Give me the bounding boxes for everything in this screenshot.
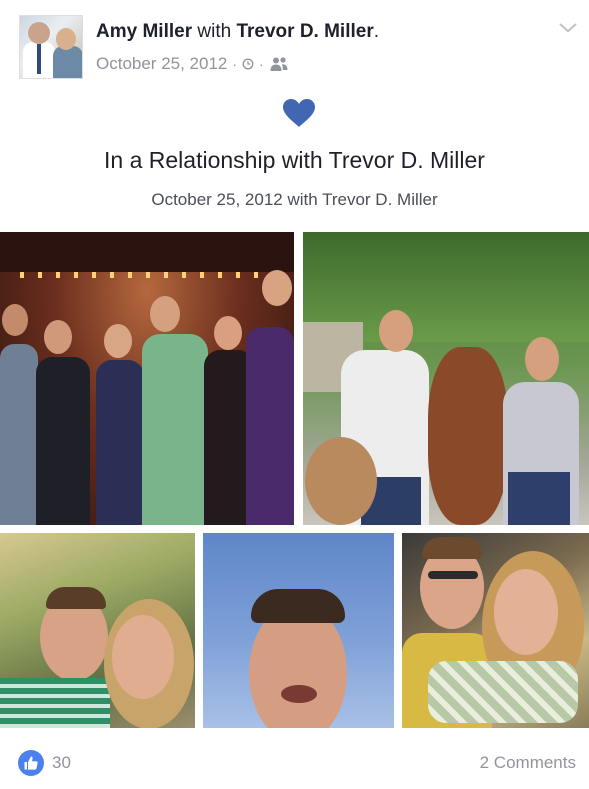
title-period: . [373,21,380,42]
photo-man-head [379,310,413,352]
post-date-link[interactable]: October 25, 2012 [96,53,227,75]
like-count[interactable]: 30 [52,751,71,775]
photo-person-body-1 [0,344,38,525]
photo-woman-jeans [508,472,570,525]
avatar-figure-2 [53,46,82,78]
post-title: Amy Miller with Trevor D. Miller. [96,20,379,44]
photo-guy-hair [46,587,106,609]
photo-person-body-6 [246,327,294,525]
meta-separator-2: · [259,56,264,72]
chevron-down-icon[interactable] [557,20,579,36]
photo-lights [20,272,290,278]
avatar-face-2 [56,28,76,50]
photo-couple-trees[interactable] [0,533,195,728]
thumbs-up-icon [24,756,38,770]
photo-girl2-face [494,569,558,655]
photo-person-body-3 [96,360,144,525]
photo-person-body-4 [142,334,208,525]
post-header: Amy Miller with Trevor D. Miller. Octobe… [0,0,589,92]
tagged-user-link[interactable]: Trevor D. Miller [236,21,373,42]
photo-face-hair [251,589,345,623]
profile-avatar[interactable] [19,15,83,79]
photo-guy2-glasses [428,571,478,579]
photo-person-head-6 [262,270,292,306]
photo-person-head-3 [104,324,132,358]
photo-guy2-hair [422,537,482,559]
photo-face-mouth [281,685,317,703]
photo-person-head-4 [150,296,180,332]
photo-girl-face [112,615,174,699]
photo-person-head-1 [2,304,28,336]
photo-roof [0,232,294,272]
photo-woman-head [525,337,559,381]
avatar-face-1 [28,22,50,44]
friends-icon[interactable] [269,56,289,72]
life-event-title: In a Relationship with Trevor D. Miller [104,147,485,173]
photo-group-night[interactable] [0,232,294,525]
avatar-tie [37,44,41,74]
meta-separator: · [232,56,238,72]
photo-money [428,661,578,723]
photo-person-head-5 [214,316,242,350]
photo-llama[interactable] [303,232,589,525]
photo-face-sky[interactable] [203,533,394,728]
photo-llama-body [428,347,508,525]
clock-icon [242,58,254,70]
photo-llama-small [305,437,377,525]
photo-person-head-2 [44,320,72,354]
photo-couple-money[interactable] [402,533,589,728]
author-link[interactable]: Amy Miller [96,21,192,42]
heart-icon [283,99,315,127]
comments-count-link[interactable]: 2 Comments [480,751,576,775]
photo-guy-shirt [0,678,110,728]
post-meta: October 25, 2012 · · [96,53,289,75]
with-text: with [197,21,232,42]
photo-person-body-2 [36,357,90,525]
like-reaction-badge[interactable] [18,750,44,776]
life-event-subtitle: October 25, 2012 with Trevor D. Miller [151,190,438,209]
